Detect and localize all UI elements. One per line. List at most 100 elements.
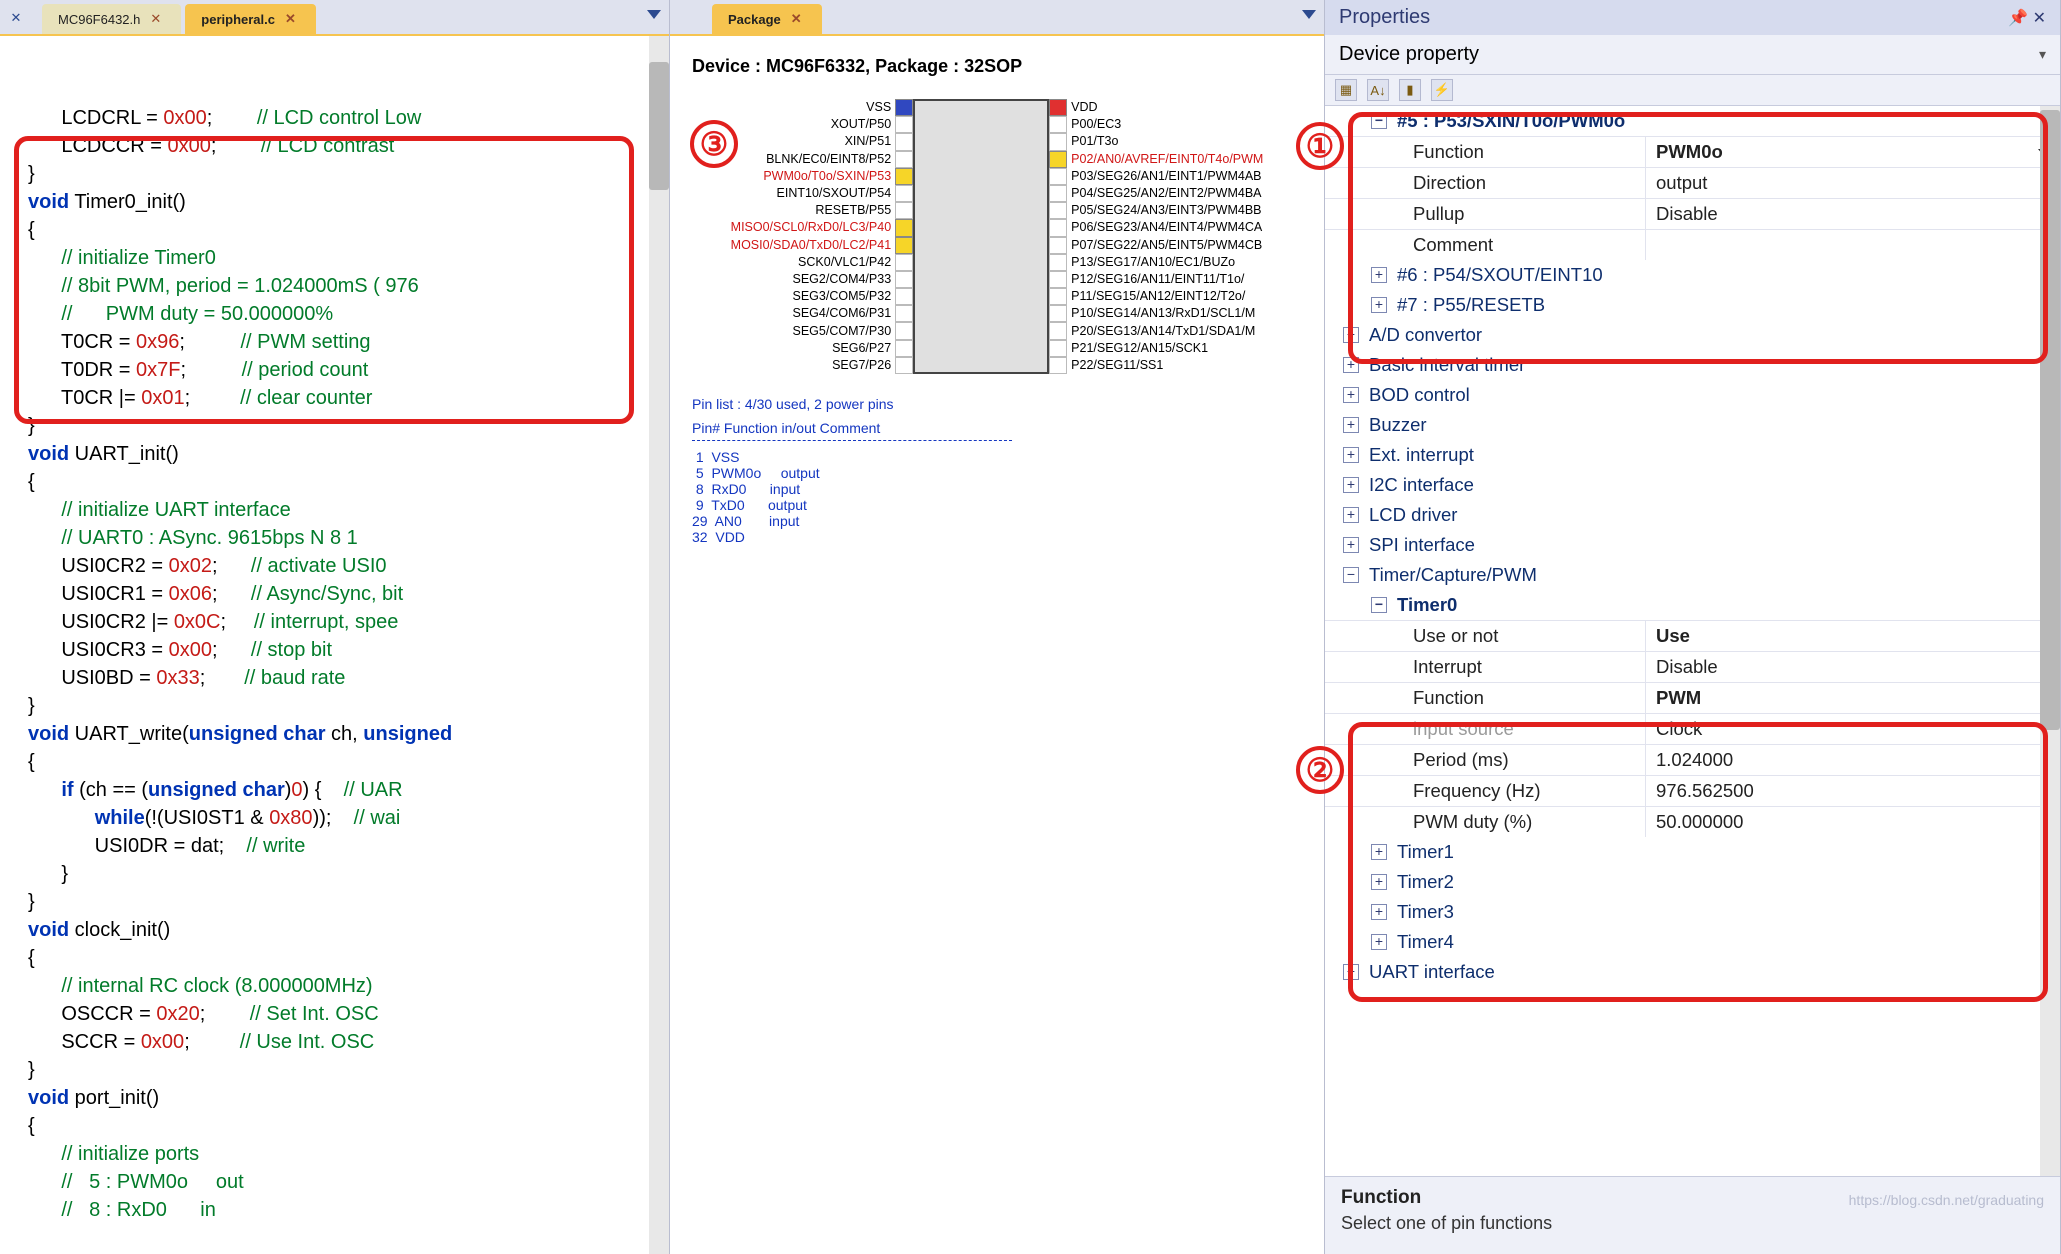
group-timer4[interactable]: +Timer4 bbox=[1325, 927, 2060, 957]
prop-value[interactable]: Use bbox=[1645, 621, 2060, 651]
pin-panel-icon[interactable]: 📌 ✕ bbox=[2008, 8, 2046, 28]
tab-peripheral-c[interactable]: peripheral.c✕ bbox=[185, 4, 316, 34]
group-timer2[interactable]: +Timer2 bbox=[1325, 867, 2060, 897]
pin-pad-18[interactable] bbox=[1049, 340, 1067, 357]
pin-pad-22[interactable] bbox=[1049, 271, 1067, 288]
prop-value[interactable]: Disable bbox=[1645, 199, 2060, 229]
close-icon[interactable]: ✕ bbox=[285, 11, 296, 27]
expand-icon[interactable]: + bbox=[1343, 447, 1359, 463]
editor-scrollbar-track[interactable] bbox=[649, 36, 669, 1254]
sort-az-icon[interactable]: A↓ bbox=[1367, 79, 1389, 101]
pin-pad-20[interactable] bbox=[1049, 305, 1067, 322]
collapse-icon[interactable]: − bbox=[1343, 567, 1359, 583]
expand-icon[interactable]: + bbox=[1371, 874, 1387, 890]
pin-pad-5[interactable] bbox=[895, 168, 913, 185]
pin-pad-2[interactable] bbox=[895, 116, 913, 133]
pin-pad-9[interactable] bbox=[895, 237, 913, 254]
lightning-icon[interactable]: ⚡ bbox=[1431, 79, 1453, 101]
pin-pad-7[interactable] bbox=[895, 202, 913, 219]
pin-pad-14[interactable] bbox=[895, 322, 913, 339]
pin-pad-11[interactable] bbox=[895, 271, 913, 288]
prop-value[interactable]: 1.024000 bbox=[1645, 745, 2060, 775]
prop-row-input-source[interactable]: input sourceClock bbox=[1325, 713, 2060, 744]
group-timer1[interactable]: +Timer1 bbox=[1325, 837, 2060, 867]
group-spi-interface[interactable]: +SPI interface bbox=[1325, 530, 2060, 560]
editor-scrollbar-thumb[interactable] bbox=[649, 62, 669, 190]
expand-icon[interactable]: + bbox=[1343, 327, 1359, 343]
uart-interface-group[interactable]: + UART interface bbox=[1325, 957, 2060, 987]
expand-icon[interactable]: + bbox=[1343, 964, 1359, 980]
pin7-group[interactable]: + #7 : P55/RESETB bbox=[1325, 290, 2060, 320]
prop-value[interactable]: 50.000000 bbox=[1645, 807, 2060, 837]
pin-pad-8[interactable] bbox=[895, 219, 913, 236]
prop-value[interactable]: 976.562500 bbox=[1645, 776, 2060, 806]
expand-icon[interactable]: + bbox=[1371, 267, 1387, 283]
pin-pad-25[interactable] bbox=[1049, 219, 1067, 236]
expand-icon[interactable]: + bbox=[1371, 844, 1387, 860]
expand-icon[interactable]: + bbox=[1343, 537, 1359, 553]
code-editor[interactable]: LCDCRL = 0x00; // LCD control Low LCDCCR… bbox=[0, 36, 669, 1254]
expand-icon[interactable]: + bbox=[1343, 417, 1359, 433]
pin-pad-26[interactable] bbox=[1049, 202, 1067, 219]
pin-pad-30[interactable] bbox=[1049, 133, 1067, 150]
prop-row-use-or-not[interactable]: Use or notUse bbox=[1325, 620, 2060, 651]
group-basic-interval-timer[interactable]: +Basic interval timer bbox=[1325, 350, 2060, 380]
expand-icon[interactable]: + bbox=[1343, 357, 1359, 373]
collapse-icon[interactable]: − bbox=[1371, 113, 1387, 129]
prop-row-pullup[interactable]: PullupDisable bbox=[1325, 198, 2060, 229]
group-a-d-convertor[interactable]: +A/D convertor bbox=[1325, 320, 2060, 350]
timer0-group[interactable]: − Timer0 bbox=[1325, 590, 2060, 620]
prop-row-function[interactable]: FunctionPWM0o bbox=[1325, 136, 2060, 167]
pin-pad-27[interactable] bbox=[1049, 185, 1067, 202]
tab-dropdown-icon[interactable] bbox=[1302, 10, 1316, 19]
close-panel-icon[interactable]: ✕ bbox=[6, 8, 26, 28]
pin-pad-12[interactable] bbox=[895, 288, 913, 305]
pin5-group[interactable]: − #5 : P53/SXIN/T0o/PWM0o bbox=[1325, 106, 2060, 136]
pin-pad-31[interactable] bbox=[1049, 116, 1067, 133]
properties-category[interactable]: Device property ▾ bbox=[1325, 35, 2060, 75]
pin-pad-3[interactable] bbox=[895, 133, 913, 150]
timer-capture-pwm-group[interactable]: − Timer/Capture/PWM bbox=[1325, 560, 2060, 590]
property-tree[interactable]: − #5 : P53/SXIN/T0o/PWM0o FunctionPWM0o D… bbox=[1325, 106, 2060, 1176]
expand-icon[interactable]: + bbox=[1371, 297, 1387, 313]
prop-value[interactable]: output bbox=[1645, 168, 2060, 198]
prop-value[interactable]: Clock bbox=[1645, 714, 2060, 744]
pin-pad-19[interactable] bbox=[1049, 322, 1067, 339]
expand-icon[interactable]: ▮ bbox=[1399, 79, 1421, 101]
pin-pad-13[interactable] bbox=[895, 305, 913, 322]
group-lcd-driver[interactable]: +LCD driver bbox=[1325, 500, 2060, 530]
prop-row-frequency-hz-[interactable]: Frequency (Hz)976.562500 bbox=[1325, 775, 2060, 806]
expand-icon[interactable]: + bbox=[1371, 904, 1387, 920]
pin-pad-17[interactable] bbox=[1049, 357, 1067, 374]
prop-row-period-ms-[interactable]: Period (ms)1.024000 bbox=[1325, 744, 2060, 775]
prop-value[interactable]: Disable bbox=[1645, 652, 2060, 682]
expand-icon[interactable]: + bbox=[1343, 507, 1359, 523]
prop-row-pwm-duty-[interactable]: PWM duty (%)50.000000 bbox=[1325, 806, 2060, 837]
prop-value[interactable]: PWM bbox=[1645, 683, 2060, 713]
close-icon[interactable]: ✕ bbox=[791, 11, 802, 27]
tab-dropdown-icon[interactable] bbox=[647, 10, 661, 19]
pin-pad-6[interactable] bbox=[895, 185, 913, 202]
prop-row-comment[interactable]: Comment bbox=[1325, 229, 2060, 260]
pin-pad-23[interactable] bbox=[1049, 254, 1067, 271]
group-ext-interrupt[interactable]: +Ext. interrupt bbox=[1325, 440, 2060, 470]
pin-pad-4[interactable] bbox=[895, 151, 913, 168]
collapse-icon[interactable]: − bbox=[1371, 597, 1387, 613]
group-bod-control[interactable]: +BOD control bbox=[1325, 380, 2060, 410]
chevron-down-icon[interactable]: ▾ bbox=[2039, 46, 2046, 63]
tab-mc96f6432-h[interactable]: MC96F6432.h✕ bbox=[42, 4, 181, 34]
pin6-group[interactable]: + #6 : P54/SXOUT/EINT10 bbox=[1325, 260, 2060, 290]
group-timer3[interactable]: +Timer3 bbox=[1325, 897, 2060, 927]
expand-icon[interactable]: + bbox=[1343, 387, 1359, 403]
prop-value[interactable]: PWM0o bbox=[1645, 137, 2060, 167]
pin-pad-29[interactable] bbox=[1049, 151, 1067, 168]
group-i2c-interface[interactable]: +I2C interface bbox=[1325, 470, 2060, 500]
pin-pad-10[interactable] bbox=[895, 254, 913, 271]
pin-pad-21[interactable] bbox=[1049, 288, 1067, 305]
tab-package[interactable]: Package ✕ bbox=[712, 4, 822, 34]
pin-pad-32[interactable] bbox=[1049, 99, 1067, 116]
prop-row-interrupt[interactable]: InterruptDisable bbox=[1325, 651, 2060, 682]
expand-icon[interactable]: + bbox=[1343, 477, 1359, 493]
expand-icon[interactable]: + bbox=[1371, 934, 1387, 950]
pin-pad-15[interactable] bbox=[895, 340, 913, 357]
